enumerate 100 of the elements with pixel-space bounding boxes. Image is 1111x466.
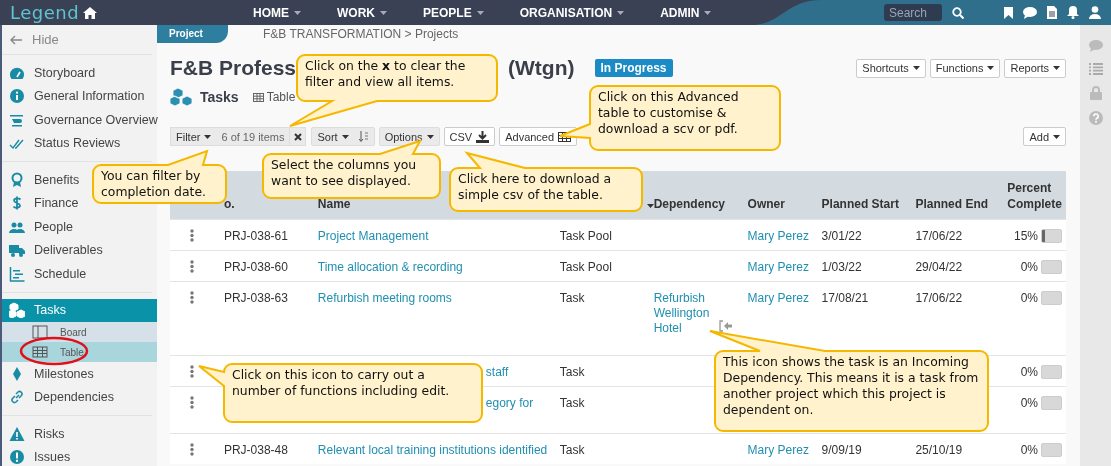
section-title: Tasks	[200, 89, 239, 105]
sidebar-item[interactable]: Benefits	[2, 168, 87, 192]
sidebar-item[interactable]: Risks	[2, 422, 72, 446]
sidebar-item[interactable]: Finance	[2, 191, 86, 215]
task-type: Task	[559, 364, 585, 379]
task-type: Task Pool	[559, 259, 612, 274]
award-icon	[9, 171, 25, 188]
nav-menu[interactable]: WORK	[337, 5, 387, 20]
end-date: 17/06/22	[915, 290, 963, 305]
caret-icon	[204, 134, 212, 139]
alert-icon	[9, 449, 25, 466]
table-icon	[252, 92, 264, 102]
start-date: 17/08/21	[821, 290, 869, 305]
board-icon	[32, 324, 48, 340]
incoming-dependency-icon[interactable]	[719, 319, 733, 332]
sidebar-item[interactable]: People	[2, 215, 80, 239]
row-menu-icon[interactable]	[190, 228, 194, 242]
callout-text: Click here to download a simple csv of the table.	[457, 170, 613, 205]
nav-menu[interactable]: ORGANISATION	[519, 5, 625, 20]
bookmark-icon[interactable]	[1004, 6, 1013, 19]
search-icon[interactable]	[952, 6, 964, 19]
table-icon	[32, 344, 48, 360]
progress-bar	[1041, 228, 1062, 243]
sidebar-item[interactable]: General Information	[2, 84, 152, 108]
page-title: F&B Profess	[170, 56, 297, 80]
add-button[interactable]: Add	[1023, 127, 1066, 146]
download-icon	[476, 130, 490, 143]
sidebar-item[interactable]: Milestones	[2, 362, 101, 386]
task-id: PRJ-038-61	[223, 228, 288, 243]
link-icon	[9, 389, 25, 406]
caret-icon	[476, 10, 484, 15]
task-type: Task	[559, 290, 585, 305]
callout-text: Click on this icon to carry out a number of functions including edit.	[231, 366, 451, 401]
percent-text: 0%	[1020, 364, 1038, 380]
page-title: (Wtgn)	[508, 56, 575, 80]
highlight-ellipse	[19, 336, 89, 366]
nav-menu[interactable]: PEOPLE	[423, 5, 484, 20]
sidebar-item[interactable]: Status Reviews	[2, 131, 128, 155]
task-type: Task	[559, 395, 585, 410]
column-header[interactable]: Name	[317, 195, 351, 212]
task-name-link[interactable]: Refurbish meeting rooms	[317, 290, 452, 305]
view-link[interactable]: Table	[252, 90, 296, 104]
project-tab[interactable]: Project	[157, 25, 228, 43]
options-button[interactable]: Options	[378, 127, 440, 146]
column-header[interactable]: o.	[223, 195, 235, 212]
percent-text: 15%	[1013, 228, 1038, 244]
row-menu-icon[interactable]	[190, 395, 194, 409]
home-icon[interactable]	[83, 6, 98, 19]
truck-icon	[9, 242, 25, 259]
percent-text: 0%	[1020, 290, 1038, 306]
callout-text: You can filter by completion date.	[100, 167, 207, 202]
end-date: 17/06/22	[915, 228, 963, 243]
bell-icon[interactable]	[1067, 6, 1079, 19]
sidebar-subitem[interactable]: Table	[2, 342, 157, 362]
end-date: 29/04/22	[915, 259, 963, 274]
filter-button[interactable]: Filter	[171, 127, 217, 146]
nav-menu[interactable]: HOME	[253, 5, 301, 20]
dropdown-button[interactable]: Shortcuts	[856, 58, 926, 78]
dropdown-button[interactable]: Reports	[1004, 58, 1066, 78]
sidebar-item[interactable]: Tasks	[2, 298, 157, 322]
sidebar-item[interactable]: Storyboard	[2, 61, 103, 85]
task-type: Task Pool	[559, 228, 612, 243]
owner-link[interactable]: Mary Perez	[747, 290, 809, 305]
caret-icon	[1053, 66, 1060, 70]
task-id: PRJ-038-48	[223, 442, 288, 457]
arrow-left-icon[interactable]	[10, 34, 22, 45]
percent-text: 0%	[1020, 395, 1038, 411]
advanced-button[interactable]: Advanced	[499, 127, 578, 146]
caret-icon	[704, 10, 712, 15]
csv-button[interactable]: CSV	[443, 127, 496, 146]
sidebar-item[interactable]: Governance Overview	[2, 108, 165, 132]
task-name-link[interactable]: staff	[485, 364, 509, 379]
cubes-icon	[9, 302, 25, 319]
caret-icon	[617, 10, 625, 15]
caret-icon	[1053, 134, 1060, 139]
user-icon[interactable]	[1089, 6, 1101, 19]
column-header[interactable]: Owner	[747, 195, 785, 212]
row-menu-icon[interactable]	[190, 442, 194, 456]
row-menu-icon[interactable]	[190, 259, 194, 273]
nav-menu[interactable]: ADMIN	[660, 5, 712, 20]
sidebar-item[interactable]: Schedule	[2, 262, 94, 286]
gantt-icon	[9, 265, 25, 282]
breadcrumb[interactable]: F&B TRANSFORMATION > Projects	[263, 27, 459, 41]
sidebar-item[interactable]: Dependencies	[2, 385, 121, 409]
task-id: PRJ-038-63	[223, 290, 288, 305]
sort-button[interactable]: Sort	[311, 127, 375, 146]
logo[interactable]: Legend	[10, 2, 80, 23]
sidebar-item[interactable]: Deliverables	[2, 238, 110, 262]
row-menu-icon[interactable]	[190, 290, 194, 304]
start-date: 3/01/22	[821, 228, 862, 243]
document-icon[interactable]	[1047, 6, 1057, 19]
search-field[interactable]: Search	[884, 4, 942, 21]
percent-text: 0%	[1020, 259, 1038, 275]
sidebar-item[interactable]: Issues	[2, 445, 78, 466]
cubes-icon	[170, 87, 194, 107]
task-name-link[interactable]: egory for	[485, 395, 534, 410]
dropdown-button[interactable]: Functions	[929, 58, 1001, 78]
sidebar-subitem[interactable]: Board	[2, 322, 157, 342]
chat-icon[interactable]	[1023, 6, 1037, 19]
row-menu-icon[interactable]	[190, 364, 194, 378]
